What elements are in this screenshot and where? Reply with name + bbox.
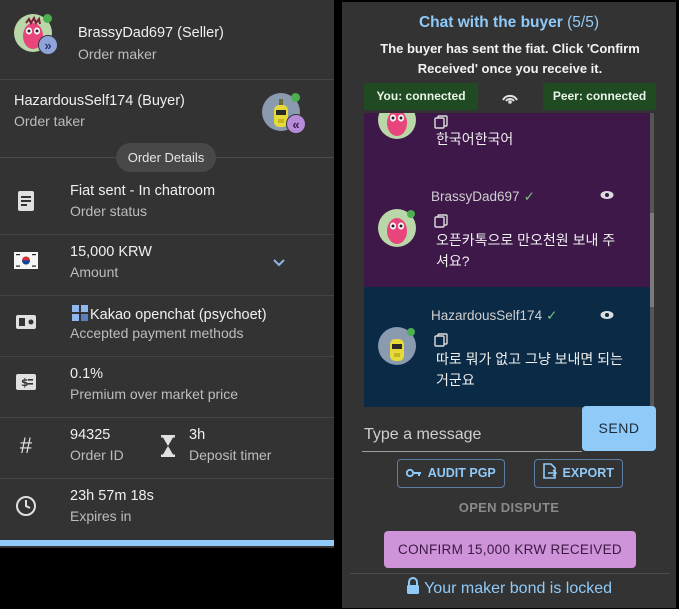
- peer-connection-status: Peer: connected: [543, 83, 656, 110]
- signal-icon: [499, 86, 521, 108]
- chat-instructions: The buyer has sent the fiat. Click 'Conf…: [380, 41, 640, 76]
- copy-icon[interactable]: [434, 214, 448, 228]
- robot-avatar-icon: [378, 327, 416, 365]
- payment-methods-row: Kakao openchat (psychoet) Accepted payme…: [0, 296, 334, 357]
- scrollbar-thumb[interactable]: [650, 213, 654, 307]
- confirm-received-button[interactable]: CONFIRM 15,000 KRW RECEIVED: [384, 531, 636, 568]
- chat-title: Chat with the buyer (5/5): [342, 14, 676, 32]
- buyer-role: Order taker: [14, 113, 85, 129]
- message-text: 한국어한국어: [436, 131, 514, 147]
- korea-flag-icon: [14, 251, 38, 275]
- order-id-label: Order ID: [70, 447, 124, 463]
- message-item: HazardousSelf174 ✓ 따로 뭐가 없고 그냥 보내면 되는거군요: [364, 287, 650, 407]
- clock-icon: [14, 495, 38, 519]
- chat-panel: Chat with the buyer (5/5) The buyer has …: [342, 2, 676, 608]
- check-icon: ✓: [523, 189, 535, 204]
- you-connection-status: You: connected: [364, 83, 478, 110]
- premium-value: 0.1%: [70, 366, 104, 382]
- chat-message-count: (5/5): [567, 14, 599, 31]
- seller-row: » BrassyDad697 (Seller) Order maker: [0, 0, 334, 80]
- buyer-name: HazardousSelf174 (Buyer): [14, 93, 185, 109]
- maker-badge-icon: »: [38, 35, 58, 55]
- seller-avatar[interactable]: »: [14, 14, 58, 55]
- export-label: EXPORT: [562, 466, 614, 480]
- exchange-icon: $: [14, 373, 38, 397]
- key-icon: [406, 466, 425, 480]
- expires-value: 23h 57m 18s: [70, 488, 154, 504]
- message-item: 한국어한국어: [364, 113, 650, 177]
- amount-row[interactable]: 15,000 KRW Amount: [0, 235, 334, 296]
- online-indicator: [43, 14, 52, 23]
- seller-role: Order maker: [78, 46, 157, 62]
- deposit-timer-label: Deposit timer: [189, 447, 272, 463]
- robot-avatar-icon: [378, 209, 416, 247]
- payment-method-text: Kakao openchat (psychoet): [90, 307, 267, 323]
- bond-status: Your maker bond is locked: [342, 577, 676, 598]
- chevron-down-icon[interactable]: [272, 255, 286, 273]
- message-scrollbar[interactable]: [650, 113, 654, 407]
- order-id-value: 94325: [70, 427, 111, 443]
- receipt-icon: [14, 190, 38, 214]
- copy-icon[interactable]: [434, 115, 448, 129]
- lock-icon: [406, 577, 424, 597]
- deposit-timer-value: 3h: [189, 427, 206, 443]
- amount-value: 15,000 KRW: [70, 244, 152, 260]
- message-list[interactable]: 한국어한국어 BrassyDad697 ✓ 오픈카톡으로 만오천원 보내 주셔요?: [364, 113, 654, 407]
- message-author: HazardousSelf174 ✓: [431, 308, 557, 324]
- taker-badge-icon: «: [286, 114, 306, 134]
- audit-pgp-label: AUDIT PGP: [427, 466, 496, 480]
- eye-icon[interactable]: [600, 309, 614, 323]
- order-status-value: Fiat sent - In chatroom: [70, 183, 216, 199]
- amount-label: Amount: [70, 264, 119, 280]
- order-details-chip: Order Details: [116, 143, 216, 172]
- check-icon: ✓: [546, 308, 558, 323]
- message-author-name: HazardousSelf174: [431, 308, 543, 323]
- hourglass-icon: [160, 435, 176, 462]
- order-id-row: # 94325 Order ID 3h Deposit timer: [0, 418, 334, 479]
- payment-icon: [14, 312, 38, 336]
- expires-label: Expires in: [70, 508, 132, 524]
- message-input[interactable]: Type a message: [362, 414, 582, 452]
- online-indicator: [291, 93, 300, 102]
- expires-row: 23h 57m 18s Expires in: [0, 479, 334, 540]
- robot-avatar-icon: [378, 113, 416, 139]
- order-status-label: Order status: [70, 203, 148, 219]
- message-text: 따로 뭐가 없고 그냥 보내면 되는거군요: [436, 351, 623, 388]
- svg-text:$: $: [21, 376, 29, 389]
- send-button[interactable]: SEND: [582, 406, 656, 451]
- payment-methods-label: Accepted payment methods: [70, 325, 244, 341]
- open-dispute-button[interactable]: OPEN DISPUTE: [342, 500, 676, 515]
- copy-icon[interactable]: [434, 333, 448, 347]
- order-status-row: Fiat sent - In chatroom Order status: [0, 174, 334, 235]
- expiry-progress-bar: [0, 540, 334, 546]
- export-icon: [543, 463, 560, 480]
- kakao-grid-icon: [72, 305, 88, 325]
- order-panel: » BrassyDad697 (Seller) Order maker Haza…: [0, 0, 334, 548]
- premium-row: $ 0.1% Premium over market price: [0, 357, 334, 418]
- seller-name: BrassyDad697 (Seller): [78, 25, 224, 41]
- eye-icon[interactable]: [600, 189, 614, 203]
- premium-label: Premium over market price: [70, 386, 239, 402]
- hash-icon: #: [19, 433, 33, 458]
- buyer-avatar[interactable]: «: [262, 93, 306, 134]
- chat-title-text: Chat with the buyer: [418, 14, 563, 31]
- payment-method-value: Kakao openchat (psychoet): [72, 305, 267, 325]
- audit-pgp-button[interactable]: AUDIT PGP: [397, 459, 505, 488]
- message-author-name: BrassyDad697: [431, 189, 520, 204]
- message-author: BrassyDad697 ✓: [431, 189, 535, 205]
- divider: [350, 573, 670, 574]
- bond-status-text: Your maker bond is locked: [424, 580, 613, 597]
- message-text: 오픈카톡으로 만오천원 보내 주셔요?: [436, 232, 616, 269]
- message-item: BrassyDad697 ✓ 오픈카톡으로 만오천원 보내 주셔요?: [364, 177, 650, 287]
- export-button[interactable]: EXPORT: [534, 459, 623, 488]
